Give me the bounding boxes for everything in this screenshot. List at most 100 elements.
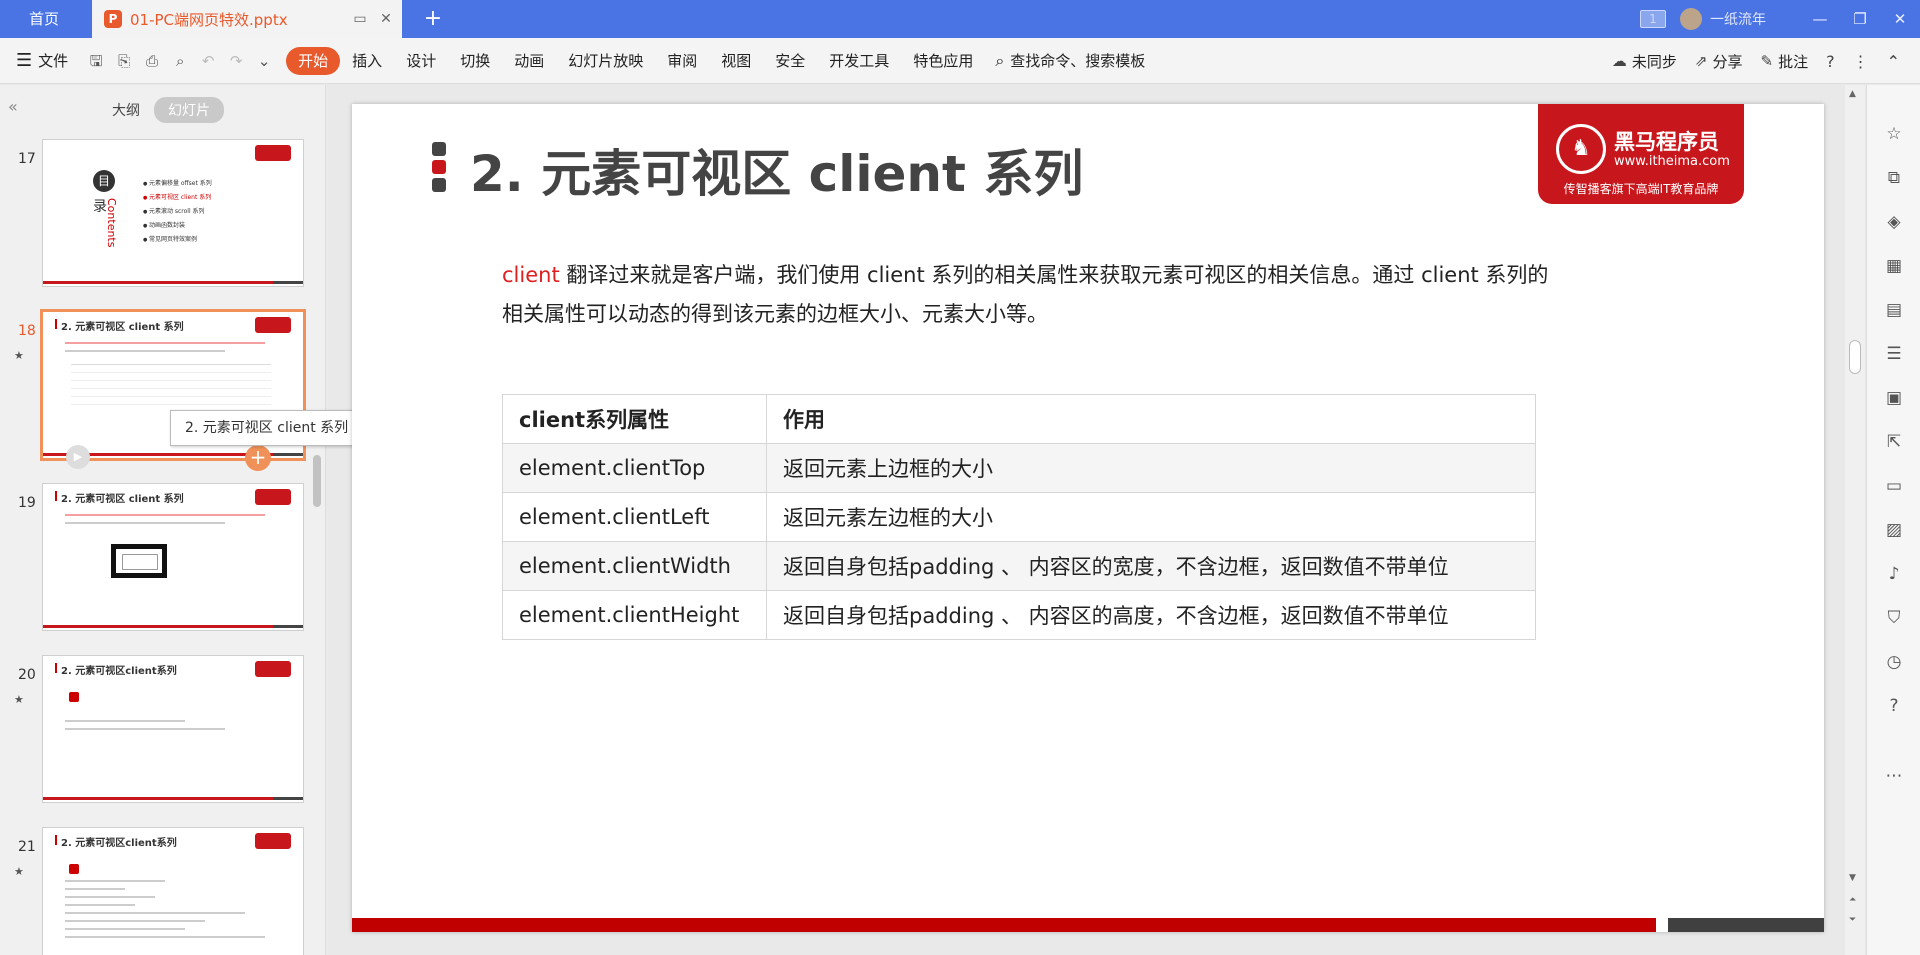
thumbnail-text-lines <box>65 342 265 358</box>
thumbnail-slide[interactable]: 2. 元素可视区client系列 <box>42 827 304 955</box>
client-properties-table[interactable]: client系列属性 作用 element.clientTop 返回元素上边框的… <box>502 394 1536 640</box>
redo-icon[interactable]: ↷ <box>225 50 247 72</box>
canvas-scrollbar[interactable]: ▲ ▼ ⏶ ⏷ <box>1845 85 1865 955</box>
user-name[interactable]: 一纸流年 <box>1710 9 1766 29</box>
pptx-file-icon: P <box>104 10 122 28</box>
thumbnail-slide[interactable]: 2. 元素可视区client系列 <box>42 655 304 803</box>
window-count-badge[interactable]: 1 <box>1640 10 1666 28</box>
prev-slide-icon[interactable]: ⏶ <box>1849 895 1856 905</box>
ribbon-tab-features[interactable]: 特色应用 <box>901 47 985 75</box>
table-header-row: client系列属性 作用 <box>502 394 1536 444</box>
ribbon-tab-security[interactable]: 安全 <box>763 47 817 75</box>
close-tab-icon[interactable]: ✕ <box>376 9 396 29</box>
thumbnail-slide[interactable]: 2. 元素可视区 client 系列 <box>42 483 304 631</box>
hamburger-icon: ☰ <box>16 50 33 71</box>
thumbnail-title: 2. 元素可视区client系列 <box>55 662 177 677</box>
sliders-icon[interactable]: ☰ <box>1883 343 1905 365</box>
outline-view-button[interactable]: 大纲 <box>98 97 154 123</box>
scroll-up-icon[interactable]: ▲ <box>1849 89 1856 99</box>
panel-scrollbar[interactable] <box>313 455 321 507</box>
add-slide-button[interactable]: + <box>245 445 271 471</box>
chart-icon[interactable]: ▤ <box>1883 299 1905 321</box>
ribbon-tab-design[interactable]: 设计 <box>394 47 448 75</box>
shield-icon[interactable]: ⛉ <box>1883 607 1905 629</box>
file-menu[interactable]: ☰ 文件 <box>16 50 68 71</box>
thumbnail-number: 17 <box>18 151 36 167</box>
print-icon[interactable]: ⎙ <box>141 50 163 72</box>
logo-name: 黑马程序员 <box>1614 130 1719 154</box>
new-tab-button[interactable]: + <box>416 0 450 38</box>
thumbnail-footer-bar <box>273 797 303 800</box>
thumbnail-logo <box>255 661 291 677</box>
share-button[interactable]: ⇗ 分享 <box>1695 51 1743 72</box>
tab-document[interactable]: P 01-PC端网页特效.pptx ▭ ✕ <box>92 0 402 38</box>
help-circle-icon[interactable]: ? <box>1883 695 1905 717</box>
toc-item: 元素偏移量 offset 系列 <box>143 178 212 187</box>
slide-paragraph[interactable]: client 翻译过来就是客户端，我们使用 client 系列的相关属性来获取元… <box>502 256 1562 334</box>
thumbnail-text-lines <box>65 880 265 944</box>
slide-canvas[interactable]: 2. 元素可视区 client 系列 ♞ 黑马程序员 www.itheima.c… <box>352 104 1824 932</box>
ribbon-tab-home[interactable]: 开始 <box>286 46 341 75</box>
picture-icon[interactable]: ▨ <box>1883 519 1905 541</box>
command-search[interactable]: ⌕ 查找命令、搜索模板 <box>995 50 1145 71</box>
thumbnail-text-lines <box>65 514 265 530</box>
close-window-icon[interactable]: ✕ <box>1880 0 1920 38</box>
comment-button[interactable]: ✎ 批注 <box>1761 51 1809 72</box>
thumbnail-list[interactable]: 17 目 录 Contents 元素偏移量 offset 系列 元素可视区 cl… <box>0 131 310 955</box>
collapse-panel-icon[interactable]: « <box>8 97 18 116</box>
ribbon-tab-slideshow[interactable]: 幻灯片放映 <box>556 47 655 75</box>
slides-view-button[interactable]: 幻灯片 <box>154 97 224 123</box>
table-cell: element.clientWidth <box>502 541 767 591</box>
collapse-ribbon-icon[interactable]: ⌃ <box>1887 52 1900 71</box>
export-icon[interactable]: ⇱ <box>1883 431 1905 453</box>
history-icon[interactable]: ◷ <box>1883 651 1905 673</box>
more-horizontal-icon[interactable]: ⋯ <box>1883 765 1905 787</box>
thumbnail-slide[interactable]: 目 录 Contents 元素偏移量 offset 系列 元素可视区 clien… <box>42 139 304 287</box>
layers-icon[interactable]: ◈ <box>1883 211 1905 233</box>
grid-icon[interactable]: ▦ <box>1883 255 1905 277</box>
thumbnail-footer-bar <box>43 281 273 284</box>
ribbon-tab-animation[interactable]: 动画 <box>502 47 556 75</box>
image-gallery-icon[interactable]: ▣ <box>1883 387 1905 409</box>
thumbnail-text-lines <box>65 720 225 736</box>
table-header-cell: 作用 <box>766 394 1536 444</box>
thumbnail-title: 2. 元素可视区client系列 <box>55 834 177 849</box>
ribbon-right: ☁ 未同步 ⇗ 分享 ✎ 批注 ? ⋮ ⌃ <box>1594 38 1900 84</box>
audio-icon[interactable]: ♪ <box>1883 563 1905 585</box>
slide-title[interactable]: 2. 元素可视区 client 系列 <box>470 134 1083 206</box>
archive-icon[interactable]: ▭ <box>1883 475 1905 497</box>
ribbon-tab-transition[interactable]: 切换 <box>448 47 502 75</box>
avatar[interactable] <box>1680 8 1702 30</box>
next-slide-icon[interactable]: ⏷ <box>1849 915 1856 925</box>
scroll-down-icon[interactable]: ▼ <box>1849 873 1856 883</box>
ribbon-tab-developer[interactable]: 开发工具 <box>817 47 901 75</box>
star-icon[interactable]: ☆ <box>1883 123 1905 145</box>
tab-home[interactable]: 首页 <box>0 0 88 38</box>
thumbnail-footer-bar <box>273 453 303 456</box>
thumbnail-box-diagram <box>111 544 167 578</box>
thumbnail-footer-bar <box>43 625 273 628</box>
animation-star-icon: ★ <box>14 865 24 878</box>
slide-footer-bar-dark <box>1668 918 1824 932</box>
print-preview-icon[interactable]: ⌕ <box>169 50 191 72</box>
undo-icon[interactable]: ↶ <box>197 50 219 72</box>
restore-icon[interactable]: ❐ <box>1840 0 1880 38</box>
ribbon-tab-view[interactable]: 视图 <box>709 47 763 75</box>
help-icon[interactable]: ? <box>1826 52 1835 71</box>
copy-icon[interactable]: ⧉ <box>1883 167 1905 189</box>
scrollbar-thumb[interactable] <box>1849 340 1861 374</box>
monitor-icon[interactable]: ▭ <box>350 9 370 29</box>
customize-dropdown-icon[interactable]: ⌄ <box>253 50 275 72</box>
table-cell: element.clientTop <box>502 443 767 493</box>
ribbon-tab-review[interactable]: 审阅 <box>655 47 709 75</box>
ribbon-tab-insert[interactable]: 插入 <box>340 47 394 75</box>
toc-badge: 目 <box>93 170 115 192</box>
toc-list: 元素偏移量 offset 系列 元素可视区 client 系列 元素滚动 scr… <box>143 178 212 248</box>
sync-button[interactable]: ☁ 未同步 <box>1612 51 1677 72</box>
play-icon[interactable]: ▶ <box>66 445 90 469</box>
more-vertical-icon[interactable]: ⋮ <box>1853 52 1869 71</box>
table-header-cell: client系列属性 <box>502 394 767 444</box>
minimize-icon[interactable]: — <box>1800 0 1840 38</box>
format-painter-icon[interactable]: ⎘ <box>113 50 135 72</box>
save-icon[interactable]: 🖫 <box>85 50 107 72</box>
